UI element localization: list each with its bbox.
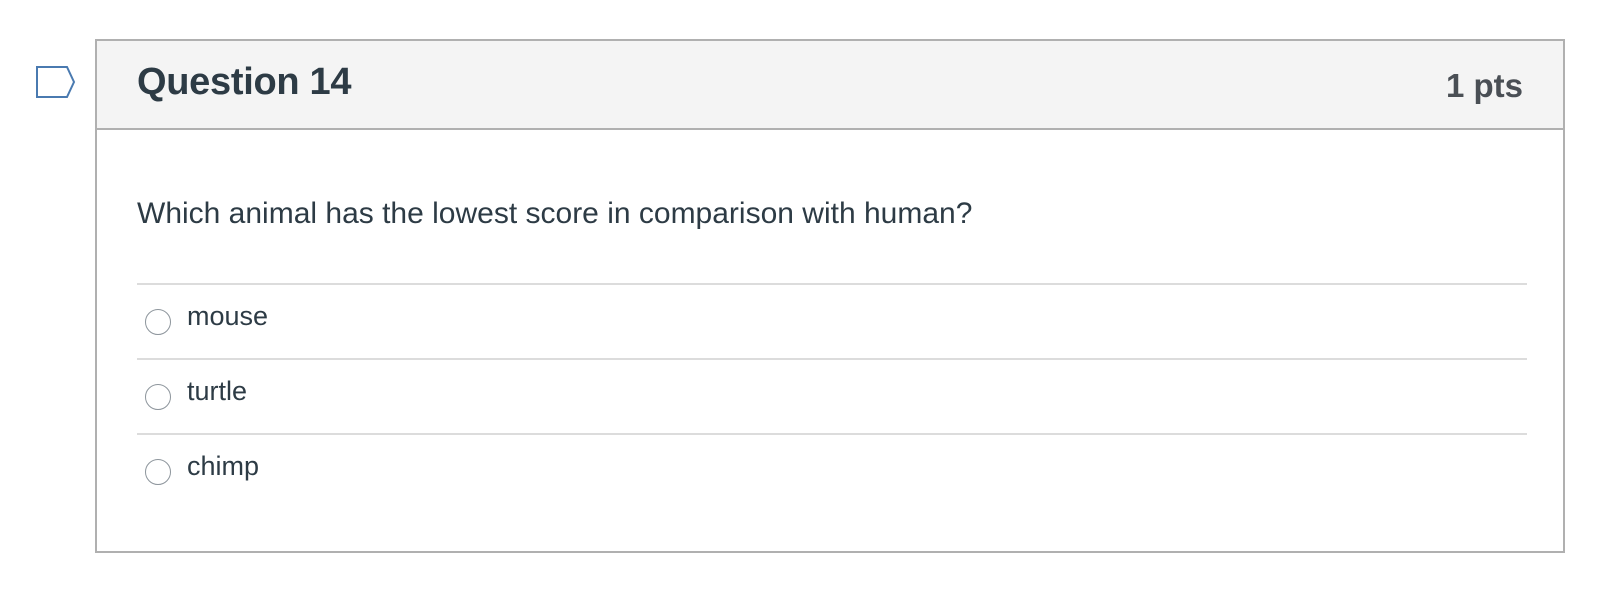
answer-label: turtle bbox=[187, 376, 248, 406]
answer-list: mouse turtle chimp bbox=[137, 283, 1527, 508]
radio-button[interactable] bbox=[145, 309, 171, 335]
answer-option-turtle[interactable]: turtle bbox=[137, 358, 1527, 433]
answer-option-mouse[interactable]: mouse bbox=[137, 283, 1527, 358]
bookmark-flag-icon bbox=[36, 66, 76, 98]
question-card: Question 14 1 pts Which animal has the l… bbox=[95, 39, 1565, 553]
answer-option-chimp[interactable]: chimp bbox=[137, 433, 1527, 508]
question-points: 1 pts bbox=[1445, 67, 1523, 104]
answer-label: chimp bbox=[187, 451, 260, 481]
question-title: Question 14 bbox=[137, 61, 352, 103]
radio-button[interactable] bbox=[145, 459, 171, 485]
question-header: Question 14 1 pts bbox=[97, 41, 1563, 130]
answer-label: mouse bbox=[187, 301, 269, 331]
flag-question-icon[interactable] bbox=[35, 65, 77, 99]
question-text: Which animal has the lowest score in com… bbox=[137, 197, 973, 230]
radio-button[interactable] bbox=[145, 384, 171, 410]
